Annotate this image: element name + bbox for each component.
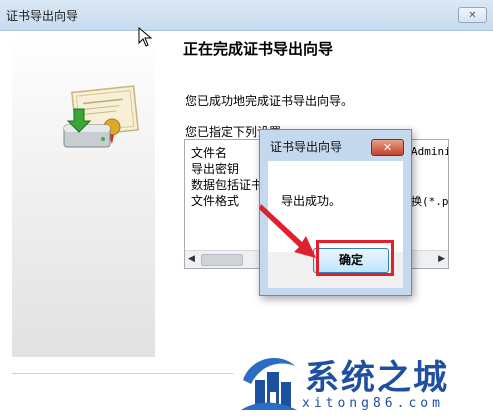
highlight-box [316, 240, 394, 276]
watermark-url: xitong86.com [302, 396, 444, 411]
setting-name: 导出密钥 [191, 162, 240, 176]
castle-logo-icon [241, 357, 297, 410]
setting-name: 数据包括证书 [191, 178, 264, 192]
window-title: 证书导出向导 [6, 9, 79, 23]
certificate-export-icon [63, 85, 139, 148]
watermark-title: 系统之城 [305, 358, 449, 398]
scroll-right-icon[interactable]: ▶ [438, 254, 445, 264]
scroll-left-icon[interactable]: ◀ [188, 254, 195, 264]
wizard-titlebar: 证书导出向导 ✕ [0, 0, 493, 31]
setting-value: Adminis [411, 145, 448, 158]
setting-name: 文件名 [191, 146, 228, 160]
setting-value: 换(*.p [411, 195, 449, 208]
scrollbar-thumb[interactable] [201, 254, 243, 266]
wizard-side-panel [12, 31, 155, 357]
wizard-intro-text: 您已成功地完成证书导出向导。 [185, 94, 354, 108]
window-close-button[interactable]: ✕ [458, 7, 487, 23]
setting-name: 文件格式 [191, 194, 240, 208]
cursor-icon [138, 27, 153, 47]
red-arrow-icon [259, 204, 316, 258]
dialog-close-button[interactable]: ✕ [371, 139, 404, 156]
dialog-title: 证书导出向导 [270, 140, 343, 154]
wizard-heading: 正在完成证书导出向导 [183, 40, 334, 58]
